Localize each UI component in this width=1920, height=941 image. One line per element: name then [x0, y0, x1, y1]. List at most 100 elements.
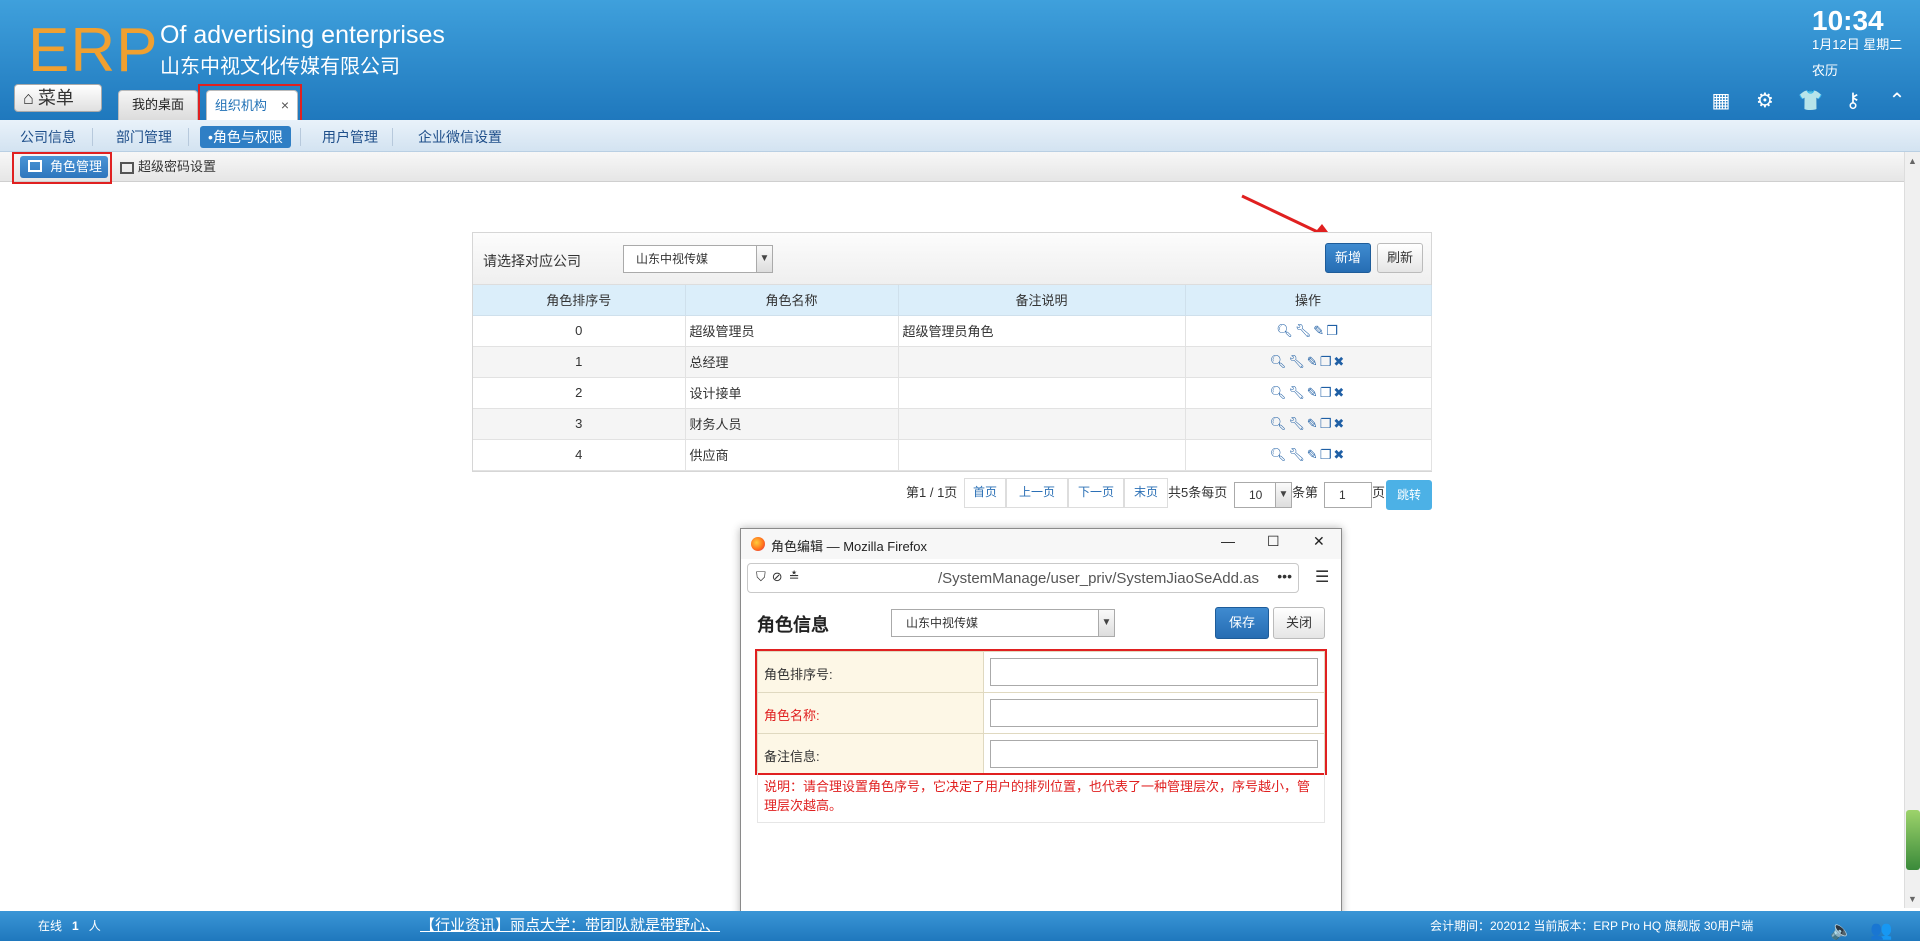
column-header: 角色排序号 — [473, 285, 686, 316]
close-button[interactable]: 关闭 — [1273, 607, 1325, 639]
copy-icon[interactable]: ❐ — [1326, 323, 1340, 339]
users-icon[interactable]: 👥 — [1870, 920, 1910, 940]
form-note: 说明：请合理设置角色序号，它决定了用户的排列位置，也代表了一种管理层次，序号越小… — [757, 771, 1325, 823]
save-button[interactable]: 保存 — [1215, 607, 1269, 639]
delete-icon[interactable]: ✖ — [1333, 447, 1346, 463]
close-icon[interactable]: ✕ — [1313, 533, 1325, 550]
wrench-icon[interactable]: 🔧︎ — [1288, 385, 1307, 401]
jump-button[interactable]: 跳转 — [1386, 480, 1432, 510]
role-order-cell: 3 — [473, 408, 686, 440]
wrench-icon[interactable]: 🔧︎ — [1295, 323, 1314, 339]
subnav-item-users[interactable]: 用户管理 — [322, 126, 378, 148]
add-button[interactable]: 新增 — [1325, 243, 1371, 273]
key-icon[interactable]: ⚷ — [1842, 90, 1864, 112]
subnav-item-roles[interactable]: •角色与权限 — [200, 126, 291, 148]
edit-icon[interactable]: ✎ — [1313, 323, 1326, 339]
sub-subnav: 角色管理 超级密码设置 — [0, 152, 1904, 182]
role-name-cell: 供应商 — [685, 439, 899, 471]
app-header: ERP Of advertising enterprises 山东中视文化传媒有… — [0, 0, 1920, 120]
role-order-label: 角色排序号: — [757, 651, 984, 693]
edit-icon[interactable]: ✎ — [1307, 416, 1320, 432]
popup-company-select[interactable]: 山东中视传媒 ▼ — [891, 609, 1115, 637]
side-widget[interactable] — [1906, 810, 1920, 870]
role-order-input[interactable] — [990, 658, 1318, 686]
subnav-item-wechat[interactable]: 企业微信设置 — [418, 126, 502, 148]
window-titlebar[interactable]: 角色编辑 — Mozilla Firefox — ☐ ✕ — [741, 529, 1341, 559]
scroll-down-icon[interactable]: ▼ — [1908, 894, 1917, 904]
view-icon[interactable]: 🔍︎ — [1270, 447, 1289, 463]
column-header: 备注说明 — [898, 285, 1186, 316]
role-name-label: 角色名称: — [757, 692, 984, 734]
online-count: 1 — [72, 919, 79, 933]
page-number-input[interactable]: 1 — [1324, 482, 1372, 508]
footer-icons: 🔈👥 — [1830, 915, 1911, 941]
more-icon[interactable]: ••• — [1277, 568, 1292, 584]
company-select-label: 请选择对应公司 — [483, 253, 581, 269]
scroll-up-icon[interactable]: ▲ — [1908, 156, 1917, 166]
super-password-tab[interactable]: 超级密码设置 — [118, 156, 216, 178]
maximize-icon[interactable]: ☐ — [1267, 533, 1280, 550]
company-select[interactable]: 山东中视传媒 ▼ — [623, 245, 773, 273]
role-edit-window: 角色编辑 — Mozilla Firefox — ☐ ✕ ⛉⊘≛ /System… — [740, 528, 1342, 941]
minimize-icon[interactable]: — — [1221, 533, 1235, 549]
hamburger-menu-icon[interactable]: ☰ — [1315, 567, 1329, 587]
url-bar[interactable]: ⛉⊘≛ /SystemManage/user_priv/SystemJiaoSe… — [747, 563, 1299, 593]
home-icon: ⌂ — [23, 88, 34, 108]
view-icon[interactable]: 🔍︎ — [1270, 416, 1289, 432]
tab-organization[interactable]: 组织机构 × — [206, 90, 298, 120]
collapse-icon[interactable]: ⌃ — [1886, 90, 1908, 112]
vertical-scrollbar[interactable]: ▲ ▼ — [1904, 152, 1920, 908]
next-page-button[interactable]: 下一页 — [1068, 478, 1124, 508]
apps-icon[interactable]: ▦ — [1710, 90, 1732, 112]
clock: 10:34 — [1812, 5, 1884, 36]
table-row: 0 超级管理员 超级管理员角色 🔍︎🔧︎✎❐ — [473, 315, 1432, 347]
remark-input[interactable] — [990, 740, 1318, 768]
tab-label: 角色管理 — [50, 159, 103, 174]
edit-icon[interactable]: ✎ — [1307, 354, 1320, 370]
panel-toolbar: 请选择对应公司 山东中视传媒 ▼ 新增 刷新 — [473, 233, 1431, 285]
url-text: /SystemManage/user_priv/SystemJiaoSeAdd.… — [938, 570, 1259, 587]
wrench-icon[interactable]: 🔧︎ — [1288, 416, 1307, 432]
view-icon[interactable]: 🔍︎ — [1276, 323, 1295, 339]
prev-page-button[interactable]: 上一页 — [1006, 478, 1068, 508]
wrench-icon[interactable]: 🔧︎ — [1288, 354, 1307, 370]
divider — [392, 128, 393, 146]
speaker-icon[interactable]: 🔈 — [1830, 920, 1870, 940]
role-order-cell: 2 — [473, 377, 686, 409]
chevron-down-icon: ▼ — [1098, 610, 1114, 636]
edit-icon[interactable]: ✎ — [1307, 447, 1320, 463]
gear-icon[interactable]: ⚙ — [1754, 90, 1776, 112]
first-page-button[interactable]: 首页 — [964, 478, 1006, 508]
shield-icon[interactable]: ⛉⊘≛ — [756, 569, 806, 585]
copy-icon[interactable]: ❐ — [1320, 385, 1334, 401]
wrench-icon[interactable]: 🔧︎ — [1288, 447, 1307, 463]
view-icon[interactable]: 🔍︎ — [1270, 385, 1289, 401]
shirt-icon[interactable]: 👕 — [1798, 90, 1823, 112]
lunar-calendar-link[interactable]: 农历 — [1812, 62, 1838, 80]
last-page-button[interactable]: 末页 — [1124, 478, 1168, 508]
subnav-item-company[interactable]: 公司信息 — [20, 126, 76, 148]
menu-button[interactable]: ⌂ 菜单 — [14, 84, 102, 112]
delete-icon[interactable]: ✖ — [1333, 385, 1346, 401]
window-icon — [28, 160, 42, 172]
news-ticker-link[interactable]: 【行业资讯】丽点大学：带团队就是带野心、 — [420, 911, 740, 941]
close-icon[interactable]: × — [281, 97, 289, 113]
per-page-select[interactable]: 10 ▼ — [1234, 482, 1292, 508]
copy-icon[interactable]: ❐ — [1320, 447, 1334, 463]
column-header: 操作 — [1185, 285, 1432, 316]
copy-icon[interactable]: ❐ — [1320, 354, 1334, 370]
view-icon[interactable]: 🔍︎ — [1270, 354, 1289, 370]
role-management-tab[interactable]: 角色管理 — [20, 156, 108, 178]
delete-icon[interactable]: ✖ — [1333, 416, 1346, 432]
subnav-item-department[interactable]: 部门管理 — [116, 126, 172, 148]
window-icon — [120, 162, 134, 174]
role-name-input[interactable] — [990, 699, 1318, 727]
role-info-heading: 角色信息 — [757, 615, 829, 635]
delete-icon[interactable]: ✖ — [1333, 354, 1346, 370]
role-note-cell — [898, 408, 1186, 440]
refresh-button[interactable]: 刷新 — [1377, 243, 1423, 273]
tab-my-desktop[interactable]: 我的桌面 — [118, 90, 198, 120]
table-header-row: 角色排序号 角色名称 备注说明 操作 — [473, 285, 1432, 316]
edit-icon[interactable]: ✎ — [1307, 385, 1320, 401]
copy-icon[interactable]: ❐ — [1320, 416, 1334, 432]
